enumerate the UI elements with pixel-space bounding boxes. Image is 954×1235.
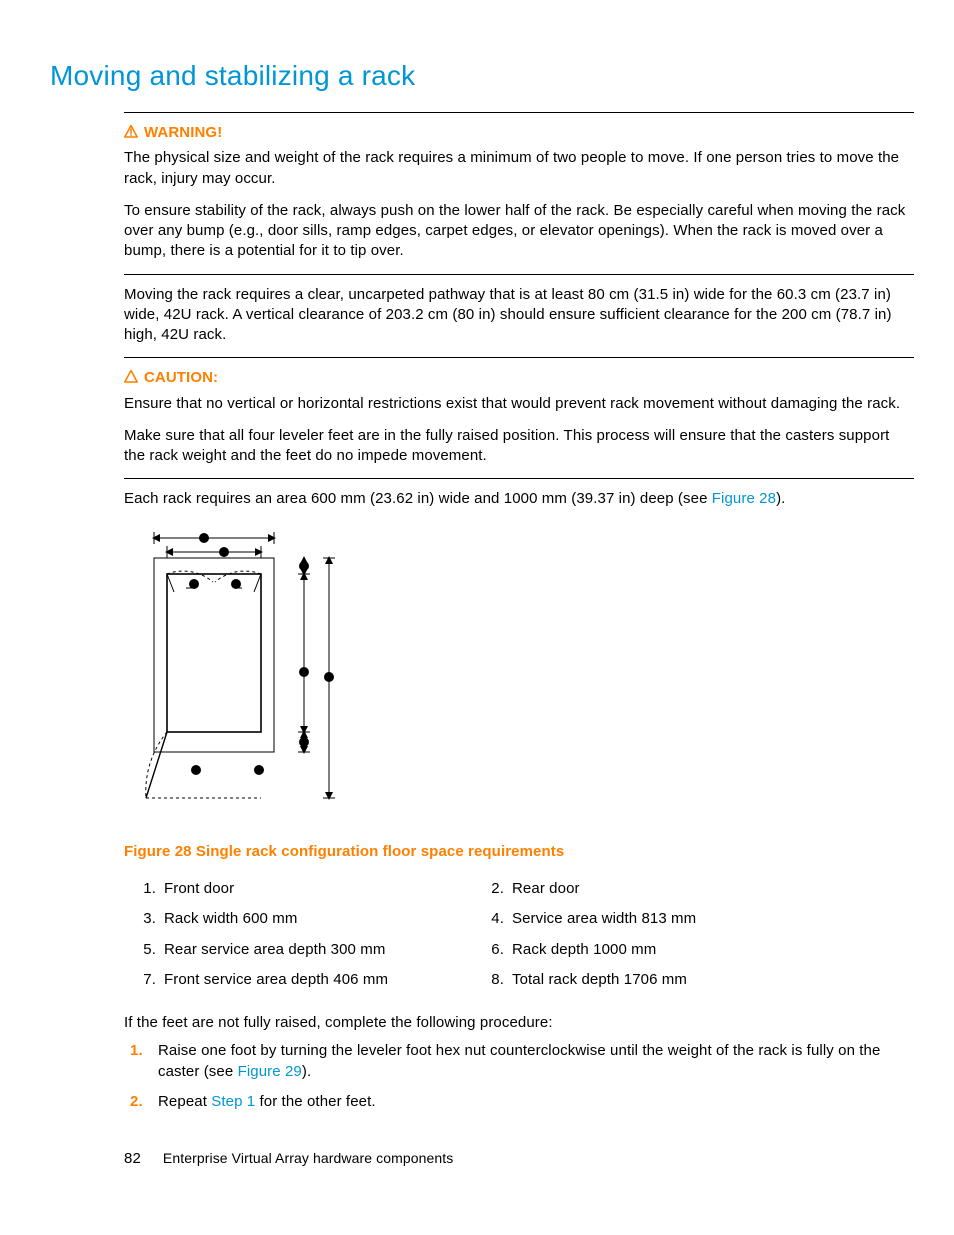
step-text-b: for the other feet. bbox=[255, 1093, 375, 1110]
legend-num: 8. bbox=[478, 965, 508, 995]
legend-text: Front service area depth 406 mm bbox=[160, 965, 478, 995]
table-row: 1. Front door 2. Rear door bbox=[130, 874, 920, 904]
footer-title: Enterprise Virtual Array hardware compon… bbox=[163, 1150, 454, 1166]
legend-text: Rear door bbox=[508, 874, 920, 904]
caution-paragraph-2: Make sure that all four leveler feet are… bbox=[124, 426, 914, 467]
procedure-intro: If the feet are not fully raised, comple… bbox=[124, 1013, 914, 1033]
caution-admonition: CAUTION: Ensure that no vertical or hori… bbox=[124, 368, 914, 466]
figure-29-link[interactable]: Figure 29 bbox=[238, 1063, 302, 1080]
table-row: 5. Rear service area depth 300 mm 6. Rac… bbox=[130, 935, 920, 965]
table-row: 3. Rack width 600 mm 4. Service area wid… bbox=[130, 904, 920, 934]
step-text: Raise one foot by turning the leveler fo… bbox=[158, 1041, 914, 1082]
procedure-list: 1. Raise one foot by turning the leveler… bbox=[124, 1041, 914, 1112]
legend-num: 1. bbox=[130, 874, 160, 904]
figure-28-link[interactable]: Figure 28 bbox=[712, 490, 776, 507]
warning-paragraph-1: The physical size and weight of the rack… bbox=[124, 148, 914, 189]
figure-28-diagram bbox=[124, 522, 914, 822]
warning-icon bbox=[124, 124, 138, 144]
page-number: 82 bbox=[124, 1150, 141, 1167]
area-paragraph: Each rack requires an area 600 mm (23.62… bbox=[124, 489, 914, 509]
step-text-b: ). bbox=[302, 1063, 311, 1080]
step-1-link[interactable]: Step 1 bbox=[211, 1093, 255, 1110]
caution-icon bbox=[124, 369, 138, 389]
list-item: 2. Repeat Step 1 for the other feet. bbox=[130, 1092, 914, 1112]
warning-admonition: WARNING! The physical size and weight of… bbox=[124, 123, 914, 262]
step-number: 2. bbox=[130, 1092, 158, 1112]
legend-text: Total rack depth 1706 mm bbox=[508, 965, 920, 995]
warning-paragraph-2: To ensure stability of the rack, always … bbox=[124, 201, 914, 262]
area-text-suffix: ). bbox=[776, 490, 785, 507]
list-item: 1. Raise one foot by turning the leveler… bbox=[130, 1041, 914, 1082]
legend-num: 7. bbox=[130, 965, 160, 995]
legend-num: 3. bbox=[130, 904, 160, 934]
warning-label: WARNING! bbox=[144, 124, 222, 141]
legend-num: 4. bbox=[478, 904, 508, 934]
table-row: 7. Front service area depth 406 mm 8. To… bbox=[130, 965, 920, 995]
figure-legend: 1. Front door 2. Rear door 3. Rack width… bbox=[130, 874, 920, 995]
rule-after-caution bbox=[124, 478, 914, 479]
step-number: 1. bbox=[130, 1041, 158, 1082]
step-text: Repeat Step 1 for the other feet. bbox=[158, 1092, 376, 1112]
page-footer: 82 Enterprise Virtual Array hardware com… bbox=[124, 1150, 453, 1167]
legend-text: Rear service area depth 300 mm bbox=[160, 935, 478, 965]
rule-top bbox=[124, 112, 914, 113]
clearance-paragraph: Moving the rack requires a clear, uncarp… bbox=[124, 285, 914, 346]
legend-num: 2. bbox=[478, 874, 508, 904]
section-heading: Moving and stabilizing a rack bbox=[50, 60, 914, 92]
step-text-a: Repeat bbox=[158, 1093, 211, 1110]
legend-num: 6. bbox=[478, 935, 508, 965]
rule-before-caution bbox=[124, 357, 914, 358]
caution-label: CAUTION: bbox=[144, 369, 218, 386]
legend-num: 5. bbox=[130, 935, 160, 965]
figure-28-caption: Figure 28 Single rack configuration floo… bbox=[124, 842, 914, 862]
legend-text: Front door bbox=[160, 874, 478, 904]
rule-after-warning bbox=[124, 274, 914, 275]
legend-text: Service area width 813 mm bbox=[508, 904, 920, 934]
warning-title: WARNING! bbox=[124, 123, 914, 144]
caution-paragraph-1: Ensure that no vertical or horizontal re… bbox=[124, 394, 914, 414]
area-text-prefix: Each rack requires an area 600 mm (23.62… bbox=[124, 490, 712, 507]
legend-text: Rack depth 1000 mm bbox=[508, 935, 920, 965]
legend-text: Rack width 600 mm bbox=[160, 904, 478, 934]
caution-title: CAUTION: bbox=[124, 368, 914, 389]
